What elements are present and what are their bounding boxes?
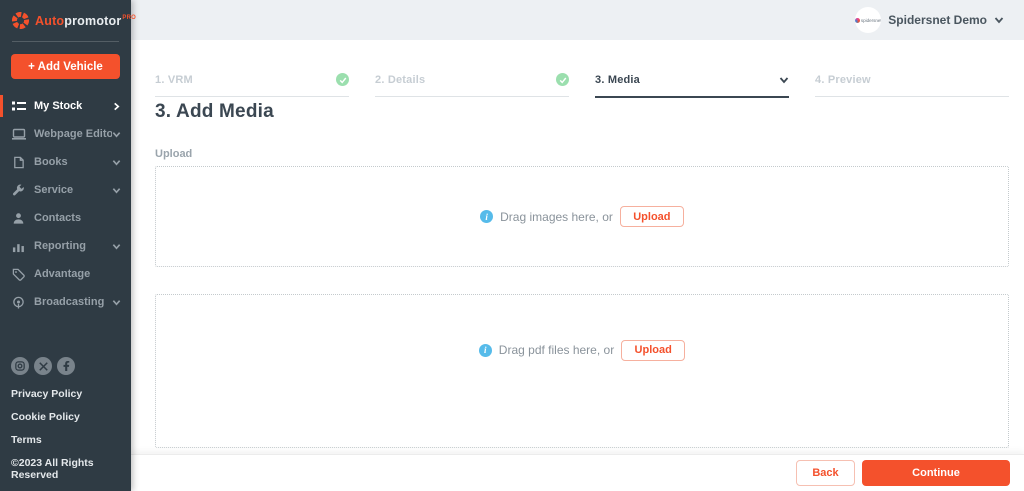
info-icon: i xyxy=(479,344,492,357)
step-preview[interactable]: 4. Preview xyxy=(815,72,1009,98)
instagram-icon[interactable] xyxy=(11,357,29,375)
chevron-down-icon xyxy=(994,15,1004,25)
continue-button[interactable]: Continue xyxy=(862,460,1010,486)
social-links xyxy=(11,357,131,375)
chevron-down-icon xyxy=(779,75,789,85)
book-icon xyxy=(11,155,26,170)
sidebar-item-service[interactable]: Service xyxy=(0,176,131,204)
list-icon xyxy=(11,99,26,114)
step-media[interactable]: 3. Media xyxy=(595,72,789,98)
avatar-logo-dot xyxy=(855,18,860,23)
sidebar: AutopromotorPRO + Add Vehicle My Stock W… xyxy=(0,0,131,491)
step-label: 2. Details xyxy=(375,74,425,86)
brand-star-icon xyxy=(11,11,30,30)
image-dropzone[interactable]: i Drag images here, or Upload xyxy=(155,166,1009,267)
sidebar-item-broadcasting[interactable]: Broadcasting xyxy=(0,288,131,316)
copyright-text: ©2023 All Rights Reserved xyxy=(11,457,131,481)
sidebar-item-label: Books xyxy=(34,156,112,168)
image-drop-hint: Drag images here, or xyxy=(500,210,613,224)
sidebar-item-books[interactable]: Books xyxy=(0,148,131,176)
step-vrm[interactable]: 1. VRM xyxy=(155,72,349,98)
topbar: spidersnet Spidersnet Demo xyxy=(131,0,1024,40)
pdf-drop-hint: Drag pdf files here, or xyxy=(499,343,614,357)
sidebar-footer: Privacy Policy Cookie Policy Terms ©2023… xyxy=(0,357,131,491)
x-twitter-icon[interactable] xyxy=(34,357,52,375)
wizard-footer: Back Continue xyxy=(131,454,1024,491)
avatar-label: spidersnet xyxy=(861,18,881,23)
wizard-content: 1. VRM 2. Details xyxy=(131,40,1024,448)
person-icon xyxy=(11,211,26,226)
chevron-right-icon xyxy=(112,102,121,111)
sidebar-item-reporting[interactable]: Reporting xyxy=(0,232,131,260)
chevron-down-icon xyxy=(112,242,121,251)
step-underline xyxy=(375,96,569,97)
sidebar-item-label: Advantage xyxy=(34,268,121,280)
step-label: 1. VRM xyxy=(155,74,193,86)
sidebar-item-contacts[interactable]: Contacts xyxy=(0,204,131,232)
chevron-down-icon xyxy=(112,298,121,307)
sidebar-nav: My Stock Webpage Editor Books xyxy=(0,92,131,316)
info-icon: i xyxy=(480,210,493,223)
sidebar-item-label: Contacts xyxy=(34,212,121,224)
sidebar-item-my-stock[interactable]: My Stock xyxy=(0,92,131,120)
step-underline xyxy=(815,96,1009,97)
brand-name-suffix: promotor xyxy=(64,14,121,28)
account-menu[interactable]: spidersnet Spidersnet Demo xyxy=(855,7,1004,33)
add-vehicle-button[interactable]: + Add Vehicle xyxy=(11,54,120,79)
chevron-down-icon xyxy=(112,130,121,139)
step-underline xyxy=(595,96,789,98)
bar-chart-icon xyxy=(11,239,26,254)
wrench-icon xyxy=(11,183,26,198)
sidebar-item-webpage-editor[interactable]: Webpage Editor xyxy=(0,120,131,148)
step-label: 3. Media xyxy=(595,74,640,86)
sidebar-item-label: My Stock xyxy=(34,100,112,112)
upload-pdfs-button[interactable]: Upload xyxy=(621,340,685,361)
step-underline xyxy=(155,96,349,97)
check-icon xyxy=(336,73,349,86)
pdf-dropzone[interactable]: i Drag pdf files here, or Upload xyxy=(155,294,1009,448)
privacy-policy-link[interactable]: Privacy Policy xyxy=(11,388,131,400)
cookie-policy-link[interactable]: Cookie Policy xyxy=(11,411,131,423)
divider xyxy=(12,41,119,42)
facebook-icon[interactable] xyxy=(57,357,75,375)
upload-section-label: Upload xyxy=(155,148,1009,160)
brand-badge: PRO xyxy=(122,15,136,21)
account-name: Spidersnet Demo xyxy=(888,13,987,27)
app-window: AutopromotorPRO + Add Vehicle My Stock W… xyxy=(0,0,1024,491)
brand-name-prefix: Auto xyxy=(35,14,64,28)
back-button[interactable]: Back xyxy=(796,460,855,486)
broadcast-icon xyxy=(11,295,26,310)
sidebar-item-label: Webpage Editor xyxy=(34,128,112,140)
main-area: spidersnet Spidersnet Demo 1. VRM xyxy=(131,0,1024,491)
sidebar-item-label: Service xyxy=(34,184,112,196)
sidebar-item-advantage[interactable]: Advantage xyxy=(0,260,131,288)
avatar: spidersnet xyxy=(855,7,881,33)
sidebar-item-label: Broadcasting xyxy=(34,296,112,308)
stepper: 1. VRM 2. Details xyxy=(155,72,1009,98)
brand-logo[interactable]: AutopromotorPRO xyxy=(0,0,131,39)
step-details[interactable]: 2. Details xyxy=(375,72,569,98)
sidebar-item-label: Reporting xyxy=(34,240,112,252)
page-title: 3. Add Media xyxy=(155,101,1009,123)
chevron-down-icon xyxy=(112,158,121,167)
chevron-down-icon xyxy=(112,186,121,195)
tag-icon xyxy=(11,267,26,282)
brand-name: AutopromotorPRO xyxy=(35,14,136,28)
step-label: 4. Preview xyxy=(815,74,871,86)
monitor-icon xyxy=(11,127,26,142)
terms-link[interactable]: Terms xyxy=(11,434,131,446)
check-icon xyxy=(556,73,569,86)
upload-images-button[interactable]: Upload xyxy=(620,206,684,227)
